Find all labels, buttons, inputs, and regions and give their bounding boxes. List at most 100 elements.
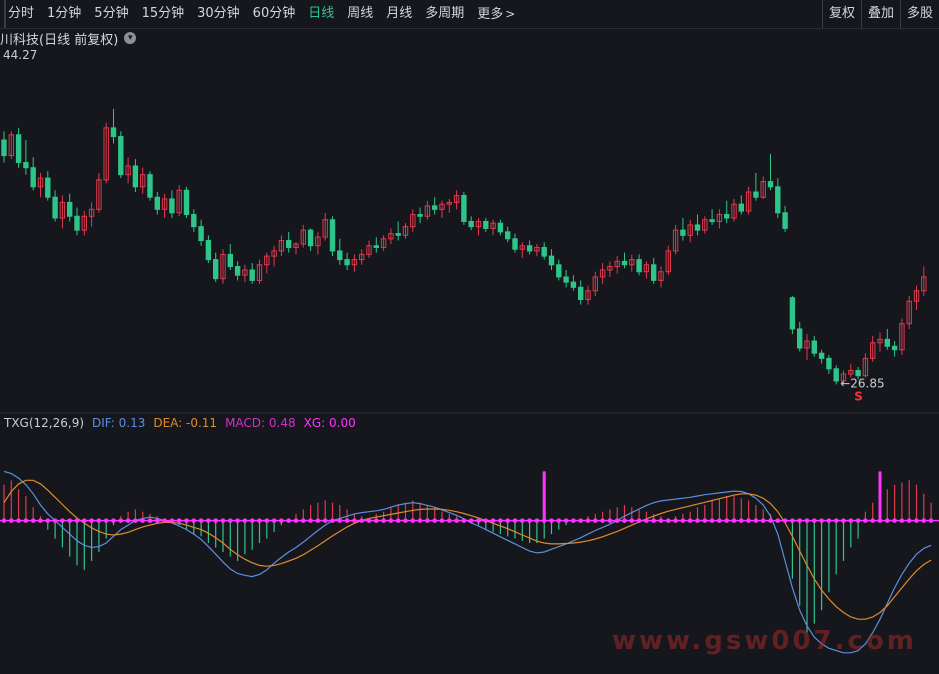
zero-line-dot bbox=[301, 518, 306, 523]
zero-line-dot bbox=[863, 518, 868, 523]
candle-body bbox=[110, 127, 117, 138]
candle-body bbox=[132, 165, 139, 188]
zero-line-dot bbox=[855, 518, 861, 523]
candle-body bbox=[694, 224, 701, 231]
zero-line-dot bbox=[264, 518, 270, 523]
zero-line-dot bbox=[162, 518, 167, 523]
zero-line-dot bbox=[877, 518, 883, 523]
zero-line-dot bbox=[220, 518, 226, 523]
zero-line-dot bbox=[782, 518, 788, 523]
zero-line-dot bbox=[249, 518, 255, 523]
zero-line-dot bbox=[366, 518, 372, 523]
stock-chart[interactable]: ←26.85S bbox=[0, 0, 939, 674]
zero-line-dot bbox=[118, 518, 124, 523]
zero-line-dot bbox=[417, 518, 423, 523]
candle-body bbox=[563, 276, 569, 283]
candle-body bbox=[680, 229, 686, 236]
zero-line-dot bbox=[198, 518, 204, 523]
candle-body bbox=[709, 219, 715, 222]
zero-line-dot bbox=[9, 518, 14, 523]
zero-line-dot bbox=[731, 518, 737, 523]
zero-line-dot bbox=[352, 518, 357, 523]
zero-line-dot bbox=[636, 518, 642, 523]
zero-line-dot bbox=[520, 518, 525, 523]
zero-line-dot bbox=[833, 518, 839, 523]
candle-body bbox=[570, 281, 577, 288]
zero-line-dot bbox=[885, 518, 890, 523]
zero-line-dot bbox=[571, 518, 576, 523]
zero-line-dot bbox=[841, 518, 846, 523]
candle-body bbox=[753, 191, 759, 198]
zero-line-dot bbox=[819, 518, 824, 523]
zero-line-dot bbox=[30, 518, 36, 523]
zero-line-dot bbox=[541, 518, 547, 523]
zero-line-dot bbox=[468, 518, 474, 523]
candle-body bbox=[855, 370, 861, 377]
candle-body bbox=[621, 260, 628, 266]
candle-body bbox=[782, 212, 788, 229]
candle-body bbox=[767, 181, 774, 188]
zero-line-dot bbox=[921, 518, 927, 523]
candle-body bbox=[337, 250, 343, 261]
zero-line-dot bbox=[461, 518, 467, 523]
candle-body bbox=[15, 134, 22, 164]
candle-body bbox=[344, 259, 350, 266]
candle-body bbox=[191, 214, 197, 228]
candle-body bbox=[395, 233, 401, 236]
zero-line-dot bbox=[330, 518, 335, 523]
candle-body bbox=[307, 229, 314, 247]
zero-line-dot bbox=[512, 518, 518, 523]
candle-body bbox=[329, 219, 336, 252]
zero-line-dot bbox=[447, 518, 452, 523]
zero-line-dot bbox=[169, 518, 175, 523]
zero-line-dot bbox=[527, 518, 532, 523]
zero-line-dot bbox=[687, 518, 693, 523]
candle-body bbox=[154, 196, 161, 210]
zero-line-dot bbox=[111, 518, 116, 523]
zero-line-dot bbox=[191, 518, 197, 523]
zero-line-dot bbox=[717, 518, 722, 523]
candle-body bbox=[30, 167, 36, 188]
zero-line-dot bbox=[928, 518, 934, 523]
zero-line-dot bbox=[176, 518, 182, 523]
candle-body bbox=[505, 231, 511, 240]
zero-line-dot bbox=[60, 518, 65, 523]
zero-line-dot bbox=[315, 518, 321, 523]
zero-line-dot bbox=[1, 518, 7, 523]
zero-line-dot bbox=[322, 518, 328, 523]
zero-line-dot bbox=[374, 518, 379, 523]
candle-body bbox=[651, 264, 657, 281]
candle-body bbox=[417, 214, 423, 217]
zero-line-dot bbox=[381, 518, 386, 523]
zero-line-dot bbox=[892, 518, 897, 523]
zero-line-dot bbox=[483, 518, 489, 523]
zero-line-dot bbox=[658, 518, 664, 523]
zero-line-dot bbox=[607, 518, 613, 523]
zero-line-dot bbox=[476, 518, 481, 523]
zero-line-dot bbox=[804, 518, 810, 523]
zero-line-dot bbox=[432, 518, 438, 523]
candle-body bbox=[183, 189, 190, 216]
zero-line-dot bbox=[439, 518, 445, 523]
zero-line-dot bbox=[16, 518, 21, 523]
zero-line-dot bbox=[425, 518, 430, 523]
candle-body bbox=[213, 259, 219, 280]
candle-body bbox=[541, 246, 547, 257]
zero-line-dot bbox=[155, 518, 160, 523]
zero-line-dot bbox=[746, 518, 751, 523]
zero-line-dot bbox=[695, 518, 700, 523]
zero-line-dot bbox=[768, 518, 773, 523]
zero-line-dot bbox=[724, 518, 729, 523]
zero-line-dot bbox=[622, 518, 627, 523]
zero-line-dot bbox=[600, 518, 605, 523]
candle-body bbox=[891, 345, 898, 351]
zero-line-dot bbox=[848, 518, 854, 523]
zero-line-dot bbox=[899, 518, 905, 523]
candle-body bbox=[118, 136, 124, 176]
zero-line-dot bbox=[753, 518, 759, 523]
candle-body bbox=[526, 245, 533, 252]
zero-line-dot bbox=[644, 518, 649, 523]
candle-body bbox=[497, 222, 504, 233]
candle-body bbox=[724, 214, 730, 219]
zero-line-dot bbox=[257, 518, 262, 523]
